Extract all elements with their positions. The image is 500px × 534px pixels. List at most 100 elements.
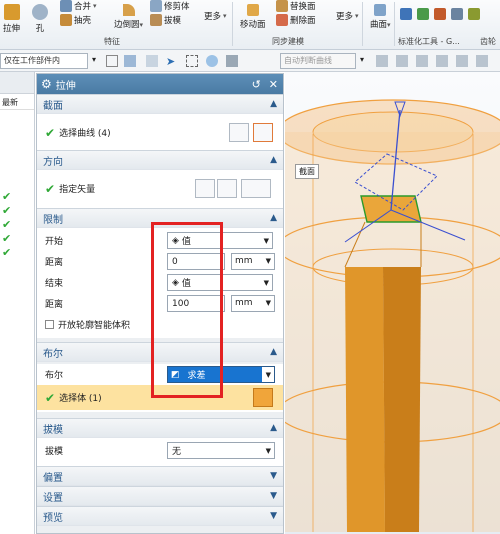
graphics-viewport[interactable]: 截面 bbox=[285, 72, 500, 534]
delete-face-icon bbox=[276, 14, 288, 26]
dropdown-arrow-icon[interactable]: ▾ bbox=[360, 55, 372, 67]
tool-icon[interactable] bbox=[416, 55, 428, 67]
ribbon: 拉伸 孔 合并 ▾ 抽壳 边倒圆▾ 修剪体 拔模 更多 ▾ 特征 移动面 替换面 删… bbox=[0, 0, 500, 50]
extrude-button[interactable]: 拉伸 bbox=[3, 4, 20, 34]
feature-more-button[interactable]: 更多 ▾ bbox=[204, 10, 227, 22]
vector-type-dropdown[interactable] bbox=[241, 179, 271, 198]
tool-icon[interactable] bbox=[451, 8, 463, 20]
tool-icon[interactable] bbox=[456, 55, 468, 67]
section-tag: 截面 bbox=[295, 164, 319, 179]
dropdown-arrow-icon: ▼ bbox=[265, 257, 271, 265]
shell-icon bbox=[60, 14, 72, 26]
shell-button[interactable]: 抽壳 bbox=[60, 14, 91, 26]
collapse-icon[interactable]: ▲ bbox=[270, 347, 277, 357]
extruded-body-front bbox=[345, 267, 385, 532]
sync-group-label: 同步建模 bbox=[272, 37, 304, 46]
reset-icon[interactable]: ↺ bbox=[252, 78, 261, 91]
draft-row: 拔模 无 ▼ bbox=[37, 440, 283, 461]
section-header-settings[interactable]: 设置 ▼ bbox=[37, 486, 283, 506]
move-face-button[interactable]: 移动面 bbox=[240, 4, 266, 30]
section-header-offset[interactable]: 偏置 ▼ bbox=[37, 466, 283, 486]
box-select-icon[interactable] bbox=[186, 55, 198, 67]
model-graphic bbox=[285, 99, 500, 532]
tool-icon[interactable] bbox=[476, 55, 488, 67]
unite-button[interactable]: 合并 ▾ bbox=[60, 0, 97, 12]
standard-tools-icons bbox=[400, 8, 480, 20]
select-body-button[interactable] bbox=[253, 388, 273, 407]
select-curve-row[interactable]: ✔ 选择曲线 (4) bbox=[37, 122, 283, 143]
ribbon-separator bbox=[394, 2, 395, 46]
trim-body-button[interactable]: 修剪体 bbox=[150, 0, 190, 12]
start-distance-unit[interactable]: mm ▼ bbox=[231, 253, 275, 270]
snap-icon[interactable] bbox=[146, 55, 158, 67]
open-profile-checkbox[interactable] bbox=[45, 320, 54, 329]
surface-button[interactable]: 曲面▾ bbox=[370, 4, 391, 30]
close-icon[interactable]: ✕ bbox=[269, 78, 278, 91]
expand-icon[interactable]: ▼ bbox=[270, 471, 277, 481]
move-face-icon bbox=[246, 4, 259, 16]
reverse-direction-button[interactable] bbox=[195, 179, 215, 198]
collapse-icon[interactable]: ▲ bbox=[270, 155, 277, 165]
extruded-body-side bbox=[383, 267, 421, 532]
specify-vector-row[interactable]: ✔ 指定矢量 bbox=[37, 178, 283, 199]
navigator-toolbar bbox=[0, 72, 34, 94]
section-header-preview[interactable]: 预览 ▼ bbox=[37, 506, 283, 526]
delete-face-button[interactable]: 删除面 bbox=[276, 14, 316, 26]
draft-button[interactable]: 拔模 bbox=[150, 14, 181, 26]
check-icon: ✔ bbox=[2, 190, 12, 203]
draft-select[interactable]: 无 ▼ bbox=[167, 442, 275, 459]
ribbon-separator bbox=[362, 2, 363, 46]
section-header-section[interactable]: 截面 ▲ bbox=[37, 94, 283, 114]
tool-icon[interactable] bbox=[468, 8, 480, 20]
sketch-section-button[interactable] bbox=[229, 123, 249, 142]
end-distance-unit[interactable]: mm ▼ bbox=[231, 295, 275, 312]
vector-dialog-button[interactable] bbox=[217, 179, 237, 198]
dropdown-arrow-icon: ▼ bbox=[263, 278, 269, 287]
collapse-icon[interactable]: ▲ bbox=[270, 213, 277, 223]
selection-scope-combo[interactable]: 仅在工作部件内 bbox=[0, 53, 88, 69]
check-icon: ✔ bbox=[2, 232, 12, 245]
gear-icon: ⚙ bbox=[41, 77, 52, 91]
sphere-icon[interactable] bbox=[206, 55, 218, 67]
edge-blend-icon bbox=[122, 4, 135, 16]
replace-face-icon bbox=[276, 0, 288, 12]
tool-icon[interactable] bbox=[376, 55, 388, 67]
tool-icon[interactable] bbox=[434, 8, 446, 20]
dropdown-arrow-icon: ▼ bbox=[265, 370, 271, 379]
sync-more-button[interactable]: 更多 ▾ bbox=[336, 10, 359, 22]
unite-icon bbox=[60, 0, 72, 12]
cursor-icon[interactable]: ➤ bbox=[166, 55, 178, 68]
dialog-title: 拉伸 bbox=[55, 80, 76, 92]
hole-button[interactable]: 孔 bbox=[32, 4, 48, 34]
tool-icon[interactable] bbox=[436, 55, 448, 67]
gear-group-label: 齿轮 bbox=[480, 37, 496, 46]
curve-rule-combo[interactable]: 自动判断曲线 bbox=[280, 53, 356, 69]
expand-icon[interactable]: ▼ bbox=[270, 511, 277, 521]
replace-face-button[interactable]: 替换面 bbox=[276, 0, 316, 12]
trim-body-icon bbox=[150, 0, 162, 12]
dialog-title-bar: ⚙ 拉伸 ↺ ✕ bbox=[37, 74, 283, 94]
hole-icon bbox=[32, 4, 48, 20]
edge-blend-button[interactable]: 边倒圆▾ bbox=[114, 4, 143, 30]
tool-icon[interactable] bbox=[396, 55, 408, 67]
tool-icon[interactable] bbox=[417, 8, 429, 20]
select-icon[interactable] bbox=[106, 55, 118, 67]
standard-tools-group-label: 标准化工具 - G... bbox=[398, 37, 460, 46]
tool-icon[interactable] bbox=[226, 55, 238, 67]
tool-icon[interactable] bbox=[400, 8, 412, 20]
section-header-direction[interactable]: 方向 ▲ bbox=[37, 150, 283, 170]
check-icon: ✔ bbox=[45, 390, 56, 405]
collapse-icon[interactable]: ▲ bbox=[270, 423, 277, 433]
extrude-icon bbox=[3, 4, 20, 20]
dropdown-arrow-icon[interactable]: ▾ bbox=[92, 55, 104, 67]
check-icon: ✔ bbox=[2, 204, 12, 217]
expand-icon[interactable]: ▼ bbox=[270, 491, 277, 501]
curve-select-button[interactable] bbox=[253, 123, 273, 142]
filter-icon[interactable] bbox=[124, 55, 136, 67]
section-header-draft[interactable]: 拔模 ▲ bbox=[37, 418, 283, 438]
dropdown-arrow-icon: ▼ bbox=[265, 299, 271, 307]
dropdown-arrow-icon: ▼ bbox=[265, 446, 271, 455]
collapse-icon[interactable]: ▲ bbox=[270, 99, 277, 109]
ribbon-separator bbox=[232, 2, 233, 46]
check-icon: ✔ bbox=[2, 218, 12, 231]
